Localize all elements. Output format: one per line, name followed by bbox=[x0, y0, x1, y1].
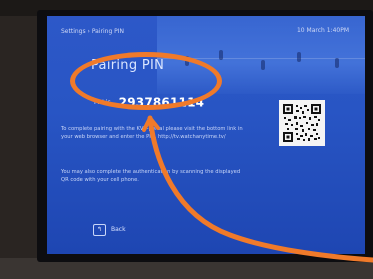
annotation-arrow bbox=[142, 115, 373, 263]
